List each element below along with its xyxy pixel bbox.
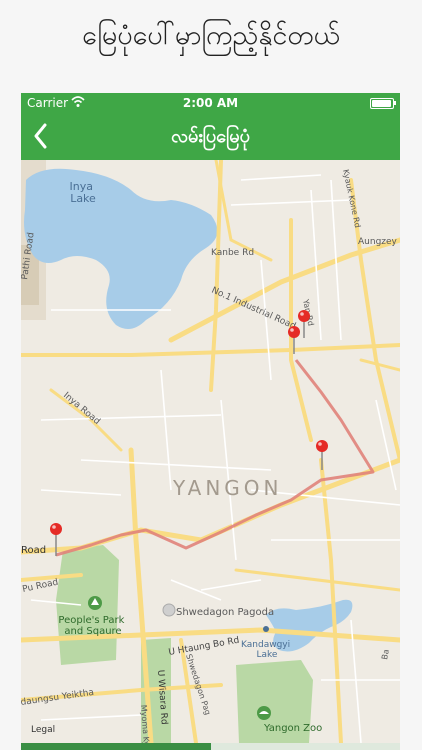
tab-bar-left[interactable] [21,743,211,750]
kandawgyi-lake-label-2: Lake [257,650,278,660]
pin-3-shine [318,442,322,446]
phone-screen: Carrier 2:00 AM လမ်းပြမြေပုံ Inya Lake K… [21,93,400,750]
pin-2-head [288,326,300,338]
shwedagon-pagoda-label: Shwedagon Pagoda [176,607,274,618]
status-bar: Carrier 2:00 AM [21,93,400,113]
peoples-park-area [56,545,119,665]
screenshot-caption: မြေပုံပေါ်မှာကြည့်နိုင်တယ် [82,20,340,51]
kandawgyi-lake-label-1: Kandawgyi [241,640,290,650]
kanbe-road-label: Kanbe Rd [211,248,254,258]
peoples-park-label-2: and Sqaure [64,626,121,637]
navigation-bar: လမ်းပြမြေပုံ [21,113,400,160]
yangon-zoo-label: Yangon Zoo [263,723,322,734]
inya-lake-label-2: Lake [70,192,96,205]
map-view[interactable]: Inya Lake Kanbe Rd No.1 Industrial Road … [21,160,400,743]
peoples-park-label-1: People's Park [58,615,124,626]
pin-4-head [50,523,62,535]
pin-1-head [298,310,310,322]
lake-icon [263,626,269,632]
city-label: YANGON [172,476,283,500]
tab-bar-right[interactable] [211,743,400,750]
pin-2-shine [290,328,294,332]
status-time: 2:00 AM [182,96,239,110]
pin-3-head [316,440,328,452]
nav-title: လမ်းပြမြေပုံ [171,126,250,147]
battery-icon [370,98,396,109]
pin-4-shine [52,525,56,529]
ba-road-label: Ba [380,648,391,660]
inya-lake-label: Inya Lake [70,180,97,205]
road-left-label: Road [21,545,46,556]
pagoda-icon [162,603,176,617]
legal-link[interactable]: Legal [31,725,55,735]
peoples-park-label: People's Park and Sqaure [58,615,127,637]
aungzey-label: Aungzey [358,237,398,247]
pin-1-shine [300,312,304,316]
